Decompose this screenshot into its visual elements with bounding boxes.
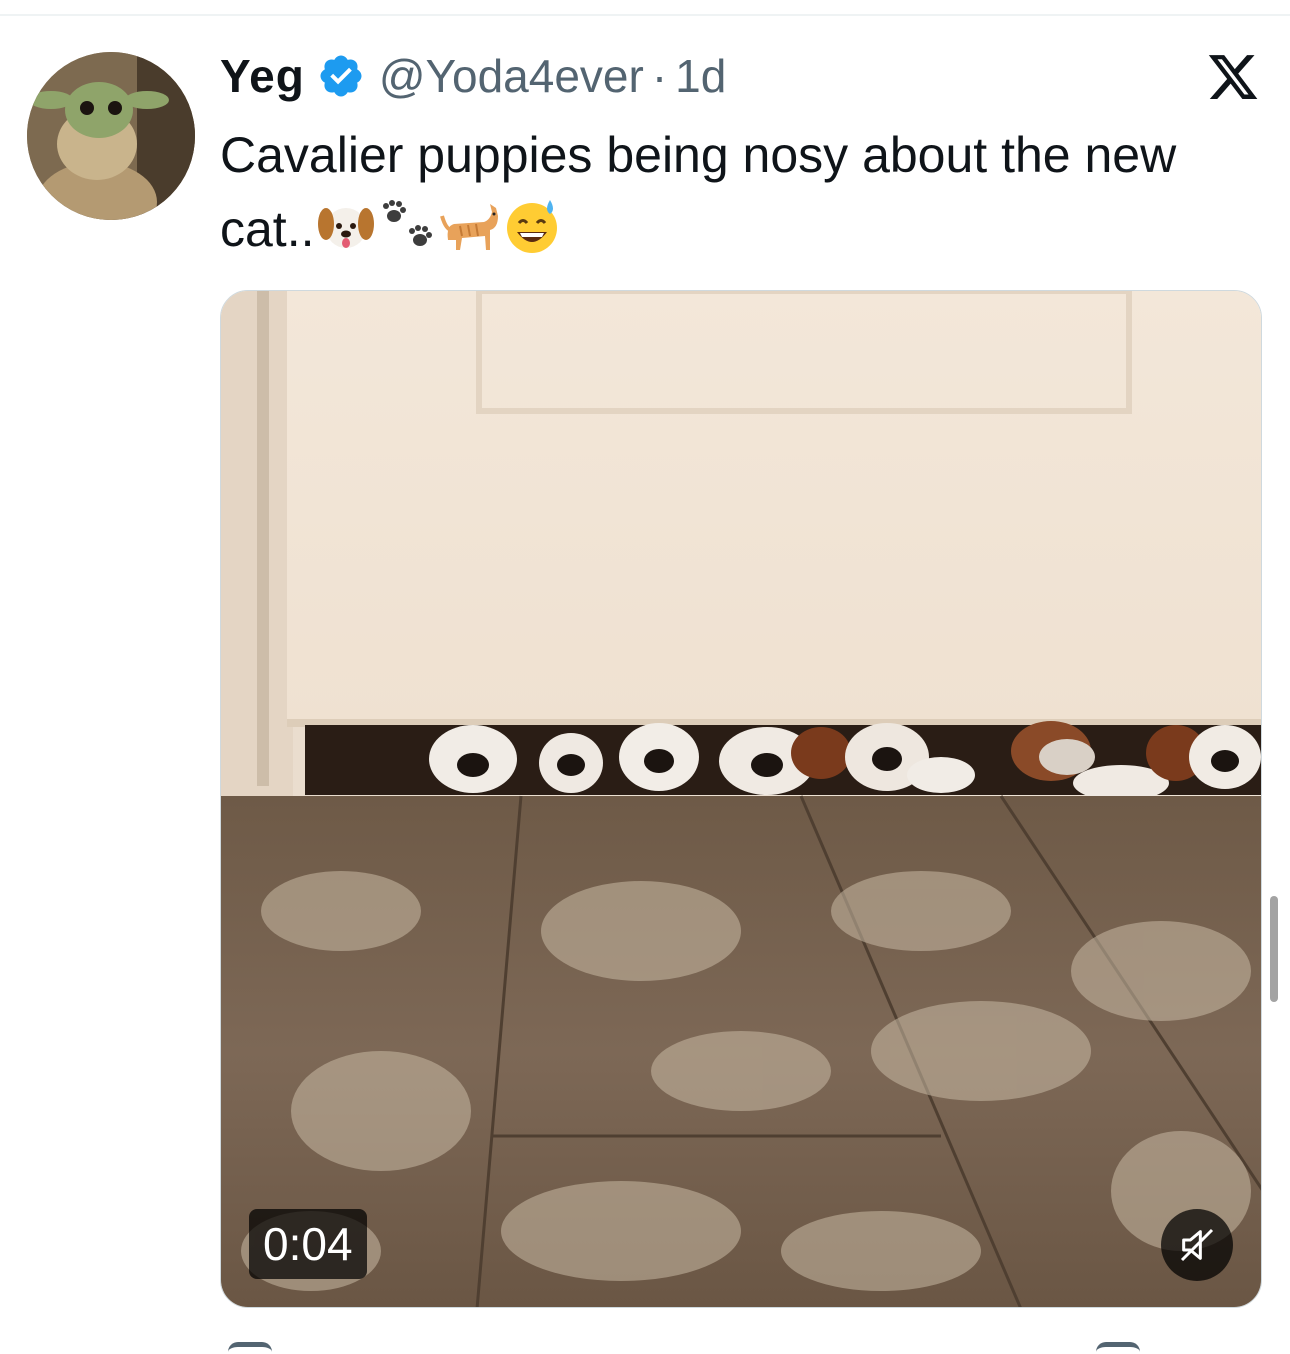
bookmark-icon[interactable] xyxy=(1096,1342,1140,1354)
video-frame-image xyxy=(221,291,1261,1307)
user-handle[interactable]: @Yoda4ever xyxy=(379,49,644,103)
reply-icon[interactable] xyxy=(228,1342,272,1354)
dog-face-emoji-icon xyxy=(316,196,376,256)
top-divider xyxy=(0,14,1290,16)
tweet-text: Cavalier puppies being nosy about the ne… xyxy=(220,118,1230,266)
avatar[interactable] xyxy=(27,52,195,220)
mute-toggle-button[interactable] xyxy=(1161,1209,1233,1281)
post-time[interactable]: 1d xyxy=(675,49,726,103)
speaker-muted-icon xyxy=(1180,1228,1214,1262)
display-name[interactable]: Yeg xyxy=(220,49,305,103)
header-separator: · xyxy=(651,50,668,102)
tweet-header: Yeg @Yoda4ever · 1d xyxy=(220,44,726,108)
verified-badge-icon[interactable] xyxy=(317,52,365,100)
x-logo-icon[interactable] xyxy=(1206,52,1260,102)
video-duration-badge: 0:04 xyxy=(249,1209,367,1279)
paw-prints-emoji-icon xyxy=(378,196,438,256)
scrollbar-thumb[interactable] xyxy=(1270,896,1278,1002)
video-player[interactable]: 0:04 xyxy=(220,290,1262,1308)
sweat-smile-emoji-icon xyxy=(502,196,562,256)
avatar-image xyxy=(27,52,195,220)
cat-emoji-icon xyxy=(440,196,500,256)
